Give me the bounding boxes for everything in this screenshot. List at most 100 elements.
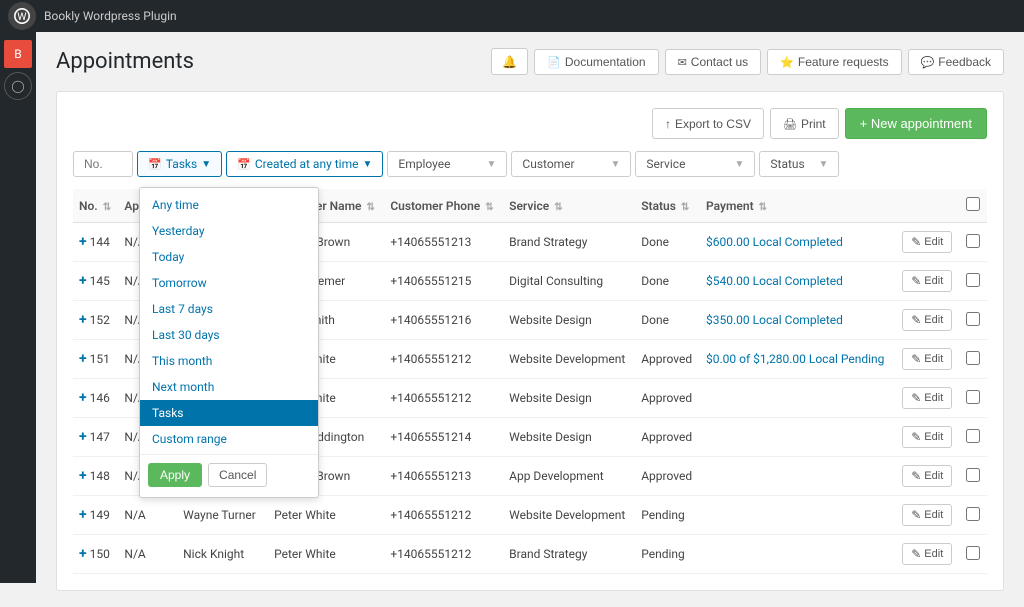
- next-month-option[interactable]: Next month: [140, 374, 318, 400]
- contact-us-label: Contact us: [691, 55, 748, 69]
- custom-range-option[interactable]: Custom range: [140, 426, 318, 452]
- pencil-icon: [911, 547, 921, 561]
- tomorrow-option[interactable]: Tomorrow: [140, 270, 318, 296]
- cell-checkbox: [960, 262, 987, 301]
- sort-icon-cname: ⇅: [366, 202, 374, 213]
- created-at-dropdown[interactable]: Created at any time ▼: [226, 151, 383, 177]
- no-filter-input[interactable]: [73, 151, 133, 177]
- feature-requests-button[interactable]: Feature requests: [767, 49, 901, 75]
- bookly-sidebar-icon[interactable]: B: [4, 40, 32, 68]
- customer-filter[interactable]: Customer ▼: [511, 151, 631, 177]
- pencil-icon: [911, 391, 921, 405]
- date-filter-dropdown[interactable]: Tasks ▼: [137, 151, 222, 177]
- sidebar-circle-icon[interactable]: ◯: [4, 72, 32, 100]
- expand-icon[interactable]: +: [79, 234, 87, 250]
- expand-icon[interactable]: +: [79, 351, 87, 367]
- cell-checkbox: [960, 379, 987, 418]
- tasks-option[interactable]: Tasks: [140, 400, 318, 426]
- cell-status: Done: [635, 301, 700, 340]
- cell-customer-phone: +14065551212: [384, 340, 503, 379]
- col-customer-phone: Customer Phone ⇅: [384, 189, 503, 223]
- pencil-icon: [911, 235, 921, 249]
- row-checkbox[interactable]: [966, 351, 980, 365]
- cell-edit: Edit: [896, 223, 960, 262]
- yesterday-option[interactable]: Yesterday: [140, 218, 318, 244]
- edit-button[interactable]: Edit: [902, 504, 952, 526]
- any-time-option[interactable]: Any time: [140, 192, 318, 218]
- wp-logo: W: [8, 2, 36, 30]
- expand-icon[interactable]: +: [79, 390, 87, 406]
- cell-status: Pending: [635, 496, 700, 535]
- expand-icon[interactable]: +: [79, 468, 87, 484]
- bell-button[interactable]: [491, 48, 528, 75]
- contact-us-button[interactable]: Contact us: [665, 49, 762, 75]
- cell-checkbox: [960, 301, 987, 340]
- expand-icon[interactable]: +: [79, 273, 87, 289]
- export-csv-button[interactable]: Export to CSV: [652, 108, 764, 139]
- edit-button[interactable]: Edit: [902, 348, 952, 370]
- row-checkbox[interactable]: [966, 546, 980, 560]
- cancel-button[interactable]: Cancel: [208, 463, 267, 487]
- edit-button[interactable]: Edit: [902, 426, 952, 448]
- edit-button[interactable]: Edit: [902, 465, 952, 487]
- this-month-option[interactable]: This month: [140, 348, 318, 374]
- col-payment: Payment ⇅: [700, 189, 896, 223]
- cell-payment: [700, 496, 896, 535]
- col-status: Status ⇅: [635, 189, 700, 223]
- row-checkbox[interactable]: [966, 312, 980, 326]
- status-filter[interactable]: Status ▼: [759, 151, 839, 177]
- row-checkbox[interactable]: [966, 507, 980, 521]
- payment-link[interactable]: $600.00 Local Completed: [706, 235, 843, 249]
- row-checkbox[interactable]: [966, 468, 980, 482]
- page-header: Appointments Documentation Contact us Fe…: [56, 48, 1004, 75]
- new-appointment-label: + New appointment: [860, 116, 972, 131]
- row-checkbox[interactable]: [966, 390, 980, 404]
- cell-payment: [700, 418, 896, 457]
- documentation-button[interactable]: Documentation: [534, 49, 658, 75]
- cell-customer-phone: +14065551212: [384, 535, 503, 574]
- expand-icon[interactable]: +: [79, 429, 87, 445]
- expand-icon[interactable]: +: [79, 507, 87, 523]
- print-button[interactable]: Print: [770, 108, 839, 139]
- cell-checkbox: [960, 418, 987, 457]
- dropdown-actions: Apply Cancel: [140, 457, 318, 493]
- employee-filter[interactable]: Employee ▼: [387, 151, 507, 177]
- expand-icon[interactable]: +: [79, 312, 87, 328]
- cell-status: Done: [635, 262, 700, 301]
- cell-checkbox: [960, 496, 987, 535]
- row-checkbox[interactable]: [966, 273, 980, 287]
- expand-icon[interactable]: +: [79, 546, 87, 562]
- payment-link[interactable]: $350.00 Local Completed: [706, 313, 843, 327]
- last-7-days-option[interactable]: Last 7 days: [140, 296, 318, 322]
- pencil-icon: [911, 508, 921, 522]
- row-checkbox[interactable]: [966, 429, 980, 443]
- cell-service: Brand Strategy: [503, 535, 635, 574]
- bell-icon: [502, 54, 517, 69]
- service-filter[interactable]: Service ▼: [635, 151, 755, 177]
- payment-link[interactable]: $540.00 Local Completed: [706, 274, 843, 288]
- today-option[interactable]: Today: [140, 244, 318, 270]
- payment-link[interactable]: $0.00 of $1,280.00 Local Pending: [706, 352, 884, 366]
- edit-button[interactable]: Edit: [902, 309, 952, 331]
- edit-button[interactable]: Edit: [902, 387, 952, 409]
- row-checkbox[interactable]: [966, 234, 980, 248]
- cell-payment: $540.00 Local Completed: [700, 262, 896, 301]
- new-appointment-button[interactable]: + New appointment: [845, 108, 987, 139]
- select-all-checkbox[interactable]: [966, 197, 980, 211]
- last-30-days-option[interactable]: Last 30 days: [140, 322, 318, 348]
- edit-button[interactable]: Edit: [902, 270, 952, 292]
- table-toolbar: Export to CSV Print + New appointment: [73, 108, 987, 139]
- edit-button[interactable]: Edit: [902, 231, 952, 253]
- cell-edit: Edit: [896, 496, 960, 535]
- cell-customer-phone: +14065551216: [384, 301, 503, 340]
- cell-edit: Edit: [896, 262, 960, 301]
- cell-edit: Edit: [896, 340, 960, 379]
- cell-customer-phone: +14065551213: [384, 223, 503, 262]
- page-title: Appointments: [56, 49, 194, 74]
- feedback-button[interactable]: Feedback: [908, 49, 1004, 75]
- edit-button[interactable]: Edit: [902, 543, 952, 565]
- apply-button[interactable]: Apply: [148, 463, 202, 487]
- service-label: Service: [646, 157, 685, 171]
- cell-service: Website Design: [503, 379, 635, 418]
- created-cal-icon: [237, 157, 251, 171]
